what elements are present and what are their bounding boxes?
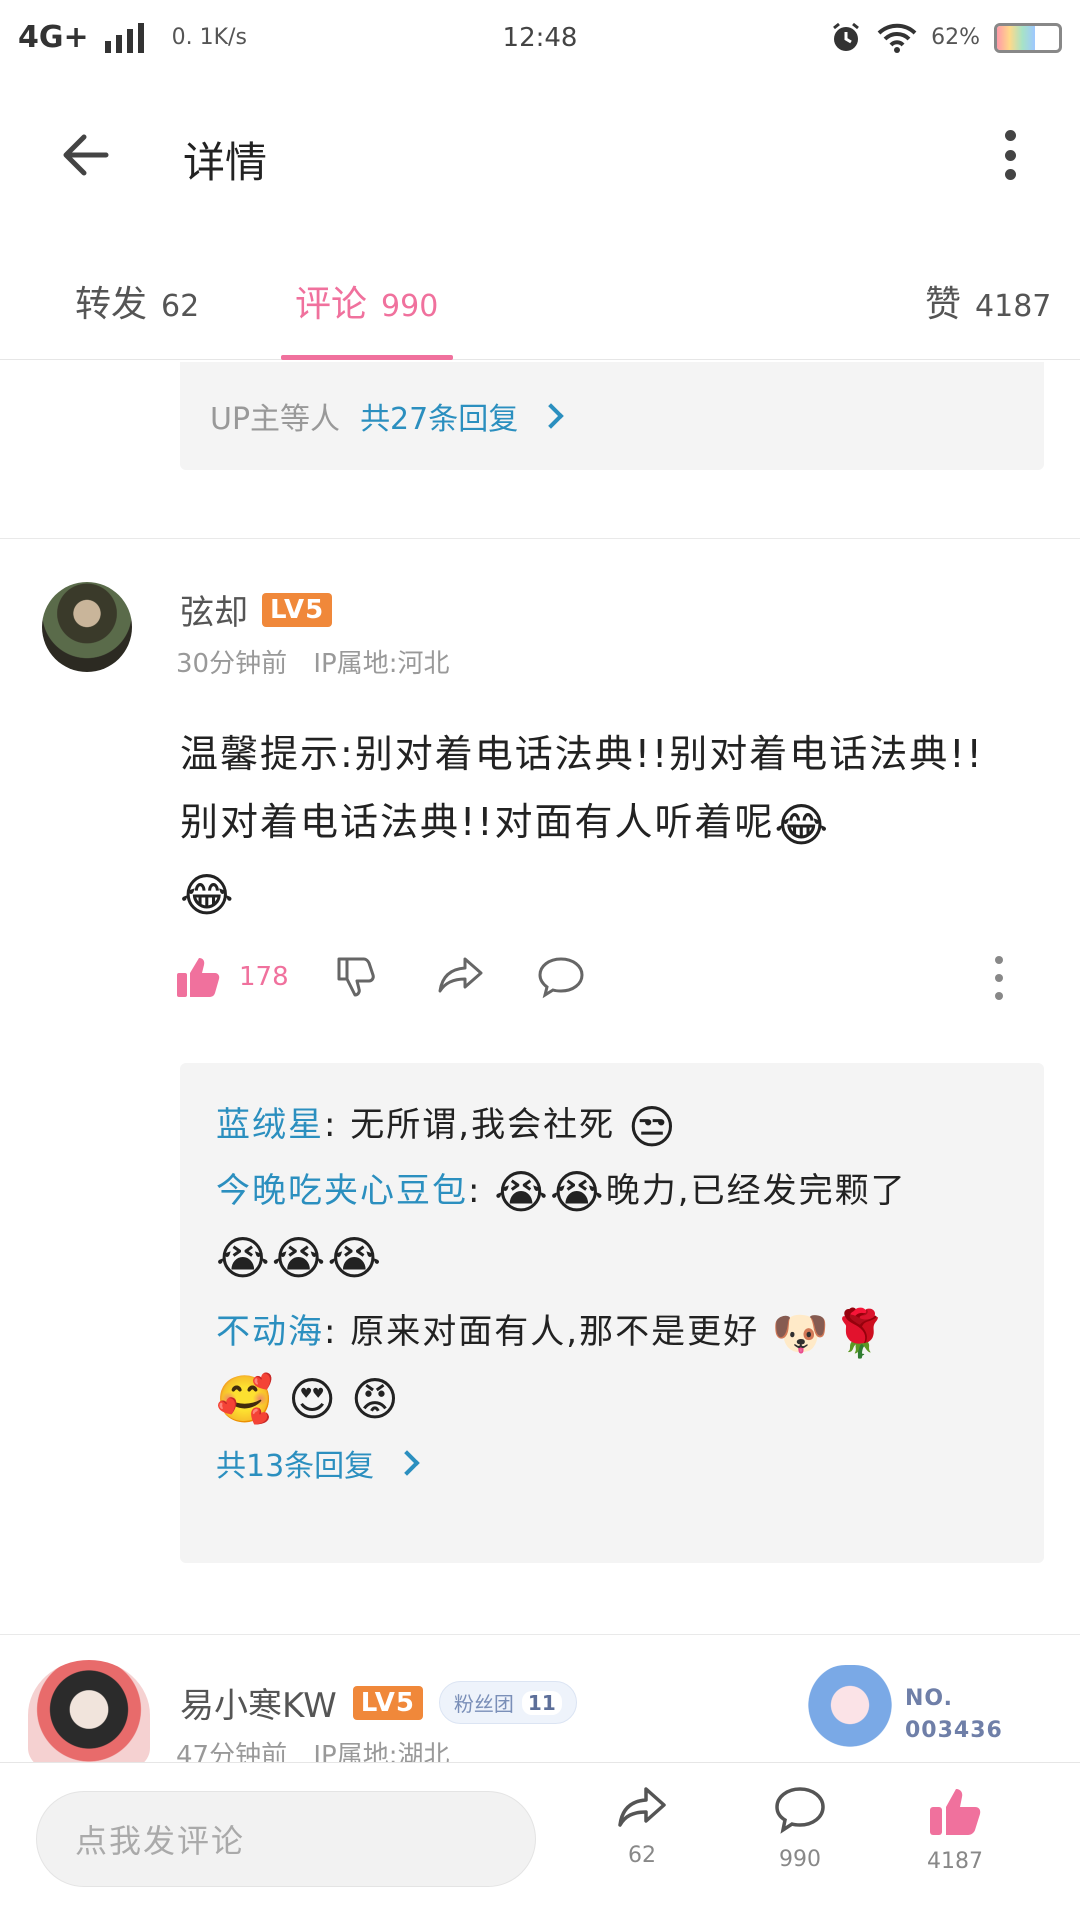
like-count: 4187 bbox=[927, 1849, 983, 1874]
reply-text: 晚力,已经发完颗了 bbox=[605, 1170, 907, 1211]
badge-line-2: 003436 bbox=[905, 1718, 1003, 1743]
bottom-share-button[interactable]: 62 bbox=[587, 1785, 697, 1868]
replies-count-link[interactable]: 共13条回复 bbox=[216, 1441, 1008, 1485]
crying-emoji-icon: 😭😭 bbox=[494, 1165, 606, 1219]
dislike-button[interactable] bbox=[335, 955, 379, 999]
replies-count-text: 共13条回复 bbox=[216, 1448, 375, 1484]
bottom-comment-button[interactable]: 990 bbox=[745, 1785, 855, 1872]
hug-heart-emoji-icon: 🥰 bbox=[216, 1371, 276, 1426]
reply-summary-text: UP主等人 bbox=[210, 402, 341, 437]
active-tab-indicator bbox=[281, 355, 453, 360]
avatar[interactable] bbox=[28, 1660, 150, 1770]
reply-button[interactable] bbox=[537, 955, 585, 999]
page-title: 详情 bbox=[183, 138, 268, 187]
tab-label: 转发 bbox=[75, 284, 148, 325]
crying-emoji-icon: 😭😭😭 bbox=[216, 1230, 384, 1285]
battery-text: 62% bbox=[931, 25, 980, 50]
tab-count: 990 bbox=[381, 289, 439, 324]
tab-label: 评论 bbox=[295, 284, 368, 325]
signal-icon bbox=[104, 22, 144, 53]
laugh-cry-emoji-icon: 😂 bbox=[774, 797, 831, 852]
fan-club-badge[interactable]: 粉丝团 11 bbox=[438, 1681, 577, 1724]
reply-text: 无所谓,我会社死 bbox=[350, 1105, 616, 1145]
comment-more-button[interactable] bbox=[993, 956, 1005, 1000]
wifi-icon bbox=[877, 23, 917, 53]
network-type: 4G+ bbox=[18, 20, 89, 55]
share-count: 62 bbox=[628, 1843, 656, 1868]
thumbs-down-icon bbox=[337, 957, 375, 997]
heart-eyes-emoji-icon: 😍 bbox=[288, 1371, 339, 1426]
tab-count: 62 bbox=[161, 289, 200, 324]
status-left: 4G+ 0. 1K/s bbox=[18, 20, 247, 55]
doge-rose-emoji-icon: 🐶🌹 bbox=[771, 1306, 891, 1360]
thumbs-up-icon bbox=[930, 1789, 981, 1835]
tab-reposts[interactable]: 转发 62 bbox=[75, 275, 199, 327]
chevron-right-icon bbox=[538, 403, 564, 429]
header: 详情 bbox=[0, 95, 1080, 215]
divider bbox=[0, 538, 1080, 539]
replies-box[interactable]: 蓝绒星: 无所谓,我会社死 😒 今晚吃夹心豆包: 😭😭晚力,已经发完颗了 😭😭😭… bbox=[180, 1063, 1044, 1563]
badge-avatar bbox=[805, 1665, 895, 1765]
username[interactable]: 易小寒KW bbox=[180, 1678, 337, 1727]
more-options-button[interactable] bbox=[995, 125, 1025, 185]
like-count: 178 bbox=[239, 962, 289, 992]
tab-comments[interactable]: 评论 990 bbox=[295, 275, 438, 327]
reply-author[interactable]: 蓝绒星 bbox=[216, 1105, 324, 1145]
share-button[interactable] bbox=[437, 955, 485, 995]
comment-author: 弦却 LV5 bbox=[180, 585, 333, 634]
comment-time: 30分钟前 bbox=[176, 649, 288, 679]
level-badge: LV5 bbox=[262, 592, 333, 627]
reply-count-link[interactable]: 共27条回复 bbox=[360, 394, 518, 438]
thumbs-up-icon bbox=[177, 958, 220, 997]
comment-bubble-icon bbox=[775, 1787, 825, 1834]
alarm-icon bbox=[833, 22, 860, 51]
pouting-emoji-icon: 😒 bbox=[627, 1099, 678, 1154]
arrow-left-icon bbox=[63, 134, 109, 176]
comment-ip: IP属地:河北 bbox=[313, 649, 450, 679]
comment-count: 990 bbox=[779, 1847, 821, 1872]
comment-bubble-icon bbox=[538, 957, 584, 999]
divider bbox=[0, 1634, 1080, 1635]
badge-text: NO. 003436 bbox=[905, 1683, 1003, 1747]
angry-blob-emoji-icon: 😡 bbox=[350, 1371, 401, 1426]
network-speed: 0. 1K/s bbox=[171, 25, 247, 50]
number-badge: NO. 003436 bbox=[805, 1665, 1045, 1765]
reply-summary-box[interactable]: UP主等人 共27条回复 bbox=[180, 362, 1044, 470]
comment-author: 易小寒KW LV5 粉丝团 11 bbox=[180, 1678, 577, 1727]
tab-likes[interactable]: 赞 4187 bbox=[925, 275, 1051, 327]
comment-body: 温馨提示:别对着电话法典!!别对着电话法典!!别对着电话法典!!对面有人听着呢 bbox=[180, 732, 984, 844]
like-button[interactable]: 178 bbox=[175, 955, 289, 999]
share-icon bbox=[438, 957, 483, 993]
comment-text: 温馨提示:别对着电话法典!!别对着电话法典!!别对着电话法典!!对面有人听着呢😂… bbox=[180, 720, 1020, 929]
reply-item[interactable]: 今晚吃夹心豆包: 😭😭晚力,已经发完颗了 😭😭😭 bbox=[216, 1159, 1008, 1290]
reply-author[interactable]: 不动海 bbox=[216, 1312, 324, 1352]
tab-label: 赞 bbox=[925, 284, 962, 325]
avatar[interactable] bbox=[42, 582, 132, 672]
reply-item[interactable]: 不动海: 原来对面有人,那不是更好 🐶🌹 🥰 😍 😡 bbox=[216, 1300, 1008, 1431]
back-button[interactable] bbox=[55, 125, 115, 185]
fan-club-level: 11 bbox=[521, 1690, 562, 1715]
level-badge: LV5 bbox=[352, 1685, 423, 1720]
bottom-like-button[interactable]: 4187 bbox=[900, 1785, 1010, 1874]
tab-bar: 转发 62 评论 990 赞 4187 bbox=[0, 255, 1080, 360]
username[interactable]: 弦却 bbox=[180, 585, 248, 634]
comment-actions: 178 bbox=[175, 950, 1005, 1010]
comment-input-placeholder: 点我发评论 bbox=[75, 1822, 246, 1860]
chevron-right-icon bbox=[394, 1449, 420, 1476]
status-right: 62% bbox=[829, 21, 1062, 55]
status-bar: 4G+ 0. 1K/s 12:48 62% bbox=[0, 0, 1080, 75]
fan-club-label: 粉丝团 bbox=[453, 1692, 514, 1716]
tab-count: 4187 bbox=[975, 289, 1052, 324]
reply-author[interactable]: 今晚吃夹心豆包 bbox=[216, 1171, 468, 1211]
comment-input[interactable]: 点我发评论 bbox=[36, 1791, 536, 1887]
reply-item[interactable]: 蓝绒星: 无所谓,我会社死 😒 bbox=[216, 1093, 1008, 1159]
bottom-bar: 点我发评论 62 990 4187 bbox=[0, 1762, 1080, 1920]
reply-text: 原来对面有人,那不是更好 bbox=[350, 1311, 760, 1352]
battery-icon bbox=[994, 22, 1062, 53]
comment-meta: 30分钟前 IP属地:河北 bbox=[176, 643, 449, 680]
share-icon bbox=[618, 1787, 666, 1827]
badge-line-1: NO. bbox=[905, 1686, 953, 1711]
laugh-cry-emoji-icon: 😂 bbox=[180, 868, 236, 922]
